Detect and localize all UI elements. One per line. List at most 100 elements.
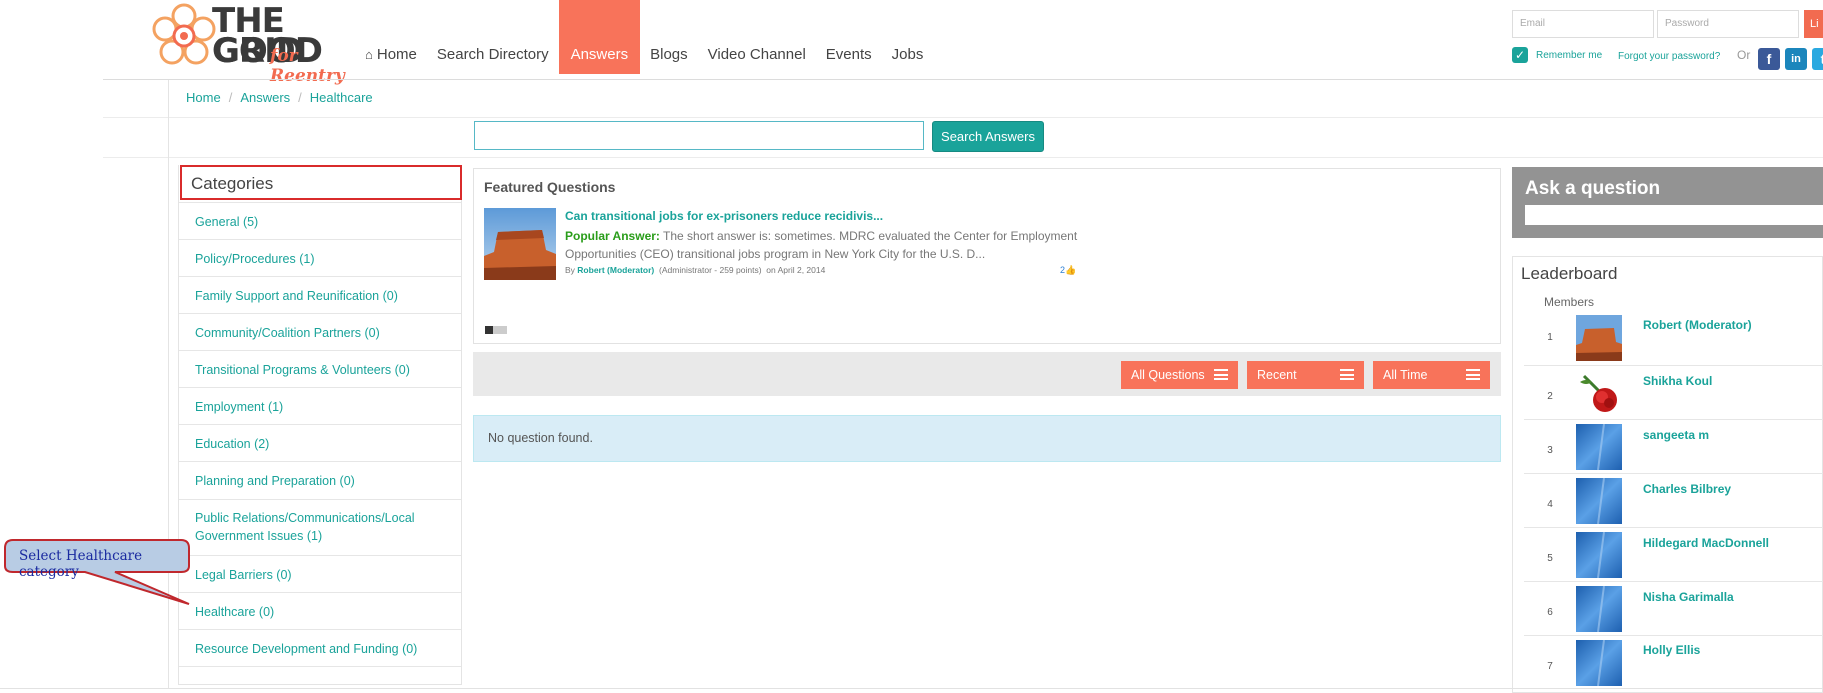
nav-home-label: Home (376, 46, 417, 63)
avatar[interactable] (1576, 640, 1622, 686)
facebook-icon[interactable]: f (1758, 48, 1780, 70)
category-education[interactable]: Education (2) (179, 424, 461, 461)
by-label: By (565, 265, 575, 275)
leader-rank: 2 (1547, 391, 1553, 402)
leaderboard-row[interactable]: 2 Shikha Koul (1524, 365, 1823, 419)
search-divider (103, 157, 1823, 158)
nav-answers[interactable]: Answers (558, 0, 641, 74)
password-field[interactable]: Password (1657, 10, 1799, 38)
leader-rank: 1 (1547, 332, 1553, 343)
leader-name[interactable]: Hildegard MacDonnell (1643, 536, 1769, 550)
breadcrumb-home[interactable]: Home (186, 90, 221, 105)
category-legal-barriers[interactable]: Legal Barriers (0) (179, 555, 461, 592)
nav-blogs[interactable]: Blogs (640, 34, 698, 76)
category-community-partners[interactable]: Community/Coalition Partners (0) (179, 313, 461, 350)
remember-me[interactable]: ✓ Remember me (1512, 47, 1602, 63)
header-divider (103, 79, 1823, 80)
filter-all-time-label: All Time (1383, 368, 1428, 382)
leaderboard-row[interactable]: 6 Nisha Garimalla (1524, 581, 1823, 635)
site-logo[interactable]: THE GOOD GRID for Reentry (150, 2, 350, 86)
pager-dot-active[interactable] (485, 326, 493, 334)
carousel-pager[interactable] (485, 326, 507, 334)
login-button[interactable]: Li (1804, 10, 1823, 38)
home-icon: ⌂ (365, 47, 373, 62)
author-meta: (Administrator - 259 points) (659, 265, 762, 275)
leaderboard-row[interactable]: 4 Charles Bilbrey (1524, 473, 1823, 527)
filter-all-questions-label: All Questions (1131, 368, 1205, 382)
featured-meta: By Robert (Moderator) (Administrator - 2… (565, 265, 825, 275)
featured-answer: Popular Answer: The short answer is: som… (565, 227, 1085, 263)
leader-rank: 3 (1547, 445, 1553, 456)
breadcrumb-separator: / (228, 90, 233, 105)
leaderboard-row[interactable]: 1 Robert (Moderator) (1524, 311, 1823, 365)
filter-recent[interactable]: Recent (1247, 361, 1364, 389)
featured-question-link[interactable]: Can transitional jobs for ex-prisoners r… (565, 209, 883, 223)
no-question-alert: No question found. (473, 415, 1501, 462)
leader-name[interactable]: sangeeta m (1643, 428, 1709, 442)
category-resource-development[interactable]: Resource Development and Funding (0) (179, 629, 461, 666)
categories-title: Categories (180, 165, 462, 200)
remember-label: Remember me (1536, 49, 1603, 61)
email-field[interactable]: Email (1512, 10, 1654, 38)
twitter-icon[interactable]: t (1812, 48, 1823, 70)
breadcrumb-healthcare[interactable]: Healthcare (310, 90, 373, 105)
leader-name[interactable]: Shikha Koul (1643, 374, 1712, 388)
author-link[interactable]: Robert (Moderator) (577, 265, 654, 275)
ask-question-input[interactable] (1525, 205, 1823, 225)
category-healthcare[interactable]: Healthcare (0) (179, 592, 461, 629)
search-answers-button[interactable]: Search Answers (932, 121, 1044, 152)
filter-all-time[interactable]: All Time (1373, 361, 1490, 389)
nav-search-directory[interactable]: Search Directory (427, 34, 559, 76)
avatar[interactable] (1576, 478, 1622, 524)
leader-rank: 4 (1547, 499, 1553, 510)
category-transitional-programs[interactable]: Transitional Programs & Volunteers (0) (179, 350, 461, 387)
nav-video-channel[interactable]: Video Channel (698, 34, 816, 76)
leaderboard-row[interactable]: 7 Holly Ellis (1524, 635, 1823, 689)
category-planning[interactable]: Planning and Preparation (0) (179, 461, 461, 499)
nav-events[interactable]: Events (816, 34, 882, 76)
breadcrumb: Home / Answers / Healthcare (186, 90, 373, 105)
featured-question-image (484, 208, 556, 280)
main-nav: ⌂ Home Search Directory Answers Blogs Vid… (355, 0, 934, 76)
avatar[interactable] (1576, 586, 1622, 632)
popular-answer-label: Popular Answer: (565, 229, 660, 243)
category-general[interactable]: General (5) (179, 202, 461, 239)
avatar[interactable] (1576, 424, 1622, 470)
flower-logo-icon (152, 3, 216, 65)
category-list-divider (179, 666, 461, 686)
nav-jobs[interactable]: Jobs (882, 34, 934, 76)
search-answers-input[interactable] (474, 121, 924, 150)
avatar[interactable] (1576, 532, 1622, 578)
category-policy-procedures[interactable]: Policy/Procedures (1) (179, 239, 461, 276)
page-bottom-border (0, 688, 1823, 689)
leader-rank: 5 (1547, 553, 1553, 564)
checkbox-checked-icon[interactable]: ✓ (1512, 47, 1528, 63)
leader-name[interactable]: Robert (Moderator) (1643, 318, 1752, 332)
callout-text: Select Healthcare category (19, 548, 143, 580)
leader-name[interactable]: Nisha Garimalla (1643, 590, 1734, 604)
category-employment[interactable]: Employment (1) (179, 387, 461, 424)
linkedin-icon[interactable]: in (1785, 48, 1807, 70)
avatar[interactable] (1576, 370, 1622, 416)
annotation-callout: Select Healthcare category (3, 538, 193, 606)
members-label: Members (1544, 295, 1595, 309)
category-public-relations[interactable]: Public Relations/Communications/Local Go… (179, 499, 461, 555)
nav-home[interactable]: ⌂ Home (355, 34, 427, 76)
likes-count[interactable]: 2👍 (1060, 265, 1076, 276)
category-family-support[interactable]: Family Support and Reunification (0) (179, 276, 461, 313)
forgot-password-link[interactable]: Forgot your password? (1618, 51, 1720, 62)
or-label: Or (1737, 48, 1751, 62)
menu-icon (1214, 369, 1228, 380)
breadcrumb-answers[interactable]: Answers (240, 90, 290, 105)
breadcrumb-separator: / (298, 90, 302, 105)
thumbs-up-icon: 👍 (1065, 265, 1077, 275)
leader-name[interactable]: Holly Ellis (1643, 643, 1700, 657)
leader-name[interactable]: Charles Bilbrey (1643, 482, 1731, 496)
ask-question-title: Ask a question (1525, 178, 1661, 199)
filter-all-questions[interactable]: All Questions (1121, 361, 1238, 389)
leaderboard-title: Leaderboard (1521, 264, 1618, 283)
pager-dot[interactable] (493, 326, 507, 334)
leaderboard-row[interactable]: 5 Hildegard MacDonnell (1524, 527, 1823, 581)
leaderboard-row[interactable]: 3 sangeeta m (1524, 419, 1823, 473)
avatar[interactable] (1576, 315, 1622, 361)
